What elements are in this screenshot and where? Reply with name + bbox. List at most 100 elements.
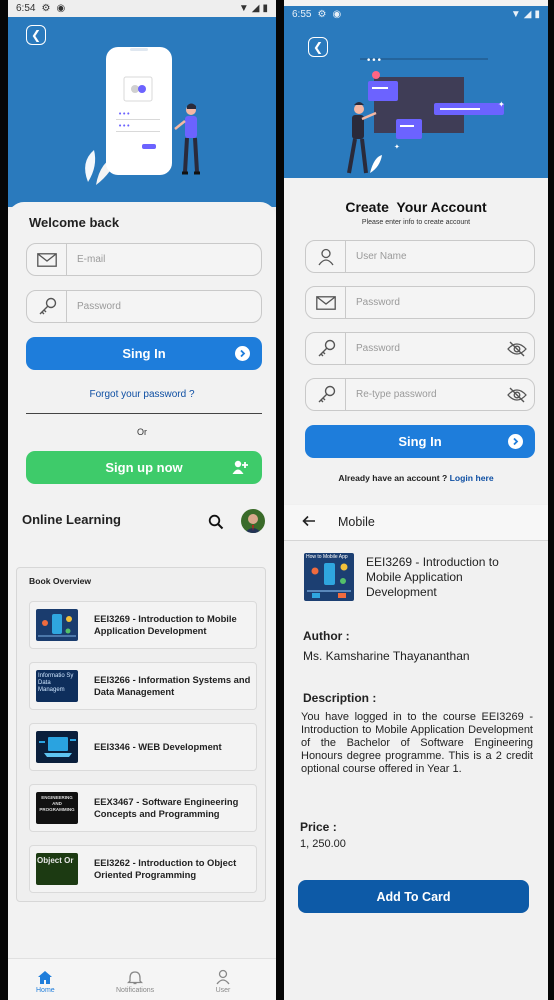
svg-text:✦: ✦ <box>394 143 400 151</box>
book-item[interactable]: Informatio Sy Data Managem EEI3266 - Inf… <box>29 662 257 710</box>
book-thumbnail <box>36 731 78 763</box>
email-field[interactable]: Password <box>305 286 535 319</box>
retype-placeholder: Re-type password <box>356 389 437 400</box>
signup-card: Create Your Account Please enter info to… <box>284 184 548 514</box>
forgot-password-link[interactable]: Forgot your password ? <box>8 389 276 400</box>
signin-button[interactable]: Sing In <box>305 425 535 458</box>
app-status-icon: ◉ <box>332 9 342 20</box>
signin-label: Sing In <box>398 434 442 449</box>
detail-header: Mobile <box>284 505 548 541</box>
bottom-nav: Home Notifications User <box>8 958 276 1000</box>
status-time: 6:54 <box>16 3 36 14</box>
already-account-row: Already have an account ? Login here <box>284 473 548 483</box>
book-thumbnail: ENGINEERING AND PROGRAMMING <box>36 792 78 824</box>
login-hero: ❮ ••• ••• <box>8 17 276 207</box>
nav-user-label: User <box>215 987 231 994</box>
key-icon <box>306 379 346 410</box>
username-field[interactable]: User Name <box>305 240 535 273</box>
envelope-icon <box>306 287 346 318</box>
email-placeholder: E-mail <box>77 254 106 265</box>
book-thumbnail <box>36 609 78 641</box>
online-learning-title: Online Learning <box>22 512 121 527</box>
avatar[interactable] <box>241 509 265 533</box>
wifi-icon: ▼ <box>510 9 521 20</box>
email-field[interactable]: E-mail <box>26 243 262 276</box>
signup-hero: ❮ ••• ✦ ✦ <box>284 23 548 178</box>
phone-illustration: ••• ••• <box>85 47 200 185</box>
retype-password-field[interactable]: Re-type password <box>305 378 535 411</box>
add-to-card-button[interactable]: Add To Card <box>298 880 529 913</box>
course-title: EEI3269 - Introduction to Mobile Applica… <box>366 555 499 599</box>
add-user-icon <box>232 459 248 478</box>
description-text: You have logged in to the course EEI3269… <box>301 711 533 775</box>
user-icon <box>306 241 346 272</box>
arrow-left-icon[interactable] <box>302 514 316 531</box>
book-item[interactable]: EEI3269 - Introduction to Mobile Applica… <box>29 601 257 649</box>
book-item[interactable]: EEI3346 - WEB Development <box>29 723 257 771</box>
book-item[interactable]: ENGINEERING AND PROGRAMMING EEX3467 - So… <box>29 784 257 832</box>
book-title: EEI3266 - Information Systems and Data M… <box>94 674 251 697</box>
book-thumbnail-text: Informatio Sy Data Managem <box>38 673 74 693</box>
signin-label: Sing In <box>122 346 166 361</box>
settings-status-icon: ⚙ <box>41 3 51 14</box>
book-overview-title: Book Overview <box>29 576 92 586</box>
course-thumbnail: How to Mobile App <box>304 553 354 601</box>
welcome-title: Welcome back <box>29 215 120 230</box>
already-account-text: Already have an account ? <box>338 473 448 483</box>
password-placeholder: Password <box>356 343 400 354</box>
username-placeholder: User Name <box>356 251 407 262</box>
create-account-screen: 6:55 ⚙ ◉ ▼ ◢ ▮ ❮ ••• ✦ ✦ Create Your Acc… <box>284 0 548 1000</box>
wifi-icon: ▼ <box>238 3 249 14</box>
key-icon <box>306 333 346 364</box>
price-value: 1, 250.00 <box>300 838 346 850</box>
bell-icon <box>126 970 144 987</box>
signup-label: Sign up now <box>105 460 183 475</box>
book-overview-panel: Book Overview EEI3269 - Introduction to … <box>16 567 266 902</box>
book-thumbnail-text: ENGINEERING AND PROGRAMMING <box>39 795 75 812</box>
password-field[interactable]: Password <box>26 290 262 323</box>
course-detail: How to Mobile App EEI3269 - Introduction… <box>284 541 548 1000</box>
battery-icon: ▮ <box>534 9 540 20</box>
arrow-right-icon <box>235 346 250 361</box>
book-title: EEI3346 - WEB Development <box>94 741 222 752</box>
login-card: Welcome back E-mail Password Sing In For… <box>8 202 276 1000</box>
key-icon <box>27 291 67 322</box>
book-title: EEI3262 - Introduction to Object Oriente… <box>94 857 237 880</box>
svg-text:•••: ••• <box>366 56 382 66</box>
book-title: EEX3467 - Software Engineering Concepts … <box>94 796 239 819</box>
search-icon[interactable] <box>208 514 224 535</box>
svg-text:✦: ✦ <box>498 100 505 109</box>
password-field[interactable]: Password <box>305 332 535 365</box>
signin-button[interactable]: Sing In <box>26 337 262 370</box>
arrow-right-icon <box>508 434 523 449</box>
battery-icon: ▮ <box>262 3 268 14</box>
detail-header-title: Mobile <box>338 515 375 529</box>
create-account-title: Create Your Account <box>345 199 487 215</box>
book-thumbnail: Informatio Sy Data Managem <box>36 670 78 702</box>
email-placeholder: Password <box>356 297 400 308</box>
signal-icon: ◢ <box>523 9 532 20</box>
nav-notifications[interactable]: Notifications <box>116 970 154 994</box>
description-heading: Description : <box>303 691 377 705</box>
create-account-subtitle: Please enter info to create account <box>361 219 471 226</box>
book-thumbnail: Object Or <box>36 853 78 885</box>
signup-button[interactable]: Sign up now <box>26 451 262 484</box>
nav-user[interactable]: User <box>215 969 231 994</box>
author-heading: Author : <box>303 629 350 643</box>
login-here-link[interactable]: Login here <box>450 473 494 483</box>
nav-home[interactable]: Home <box>36 970 55 994</box>
add-to-card-label: Add To Card <box>376 889 451 904</box>
status-bar: 6:55 ⚙ ◉ ▼ ◢ ▮ <box>284 6 548 23</box>
divider <box>26 413 262 414</box>
eye-off-icon[interactable] <box>500 341 534 357</box>
svg-text:•••: ••• <box>118 110 130 118</box>
presentation-illustration: ••• ✦ ✦ <box>347 56 505 174</box>
status-time: 6:55 <box>292 9 312 20</box>
price-heading: Price : <box>300 820 337 834</box>
eye-off-icon[interactable] <box>500 387 534 403</box>
signal-icon: ◢ <box>251 3 260 14</box>
status-bar: 6:54 ⚙ ◉ ▼ ◢ ▮ <box>8 0 276 17</box>
envelope-icon <box>27 244 67 275</box>
book-item[interactable]: Object Or EEI3262 - Introduction to Obje… <box>29 845 257 893</box>
home-icon <box>37 970 53 987</box>
